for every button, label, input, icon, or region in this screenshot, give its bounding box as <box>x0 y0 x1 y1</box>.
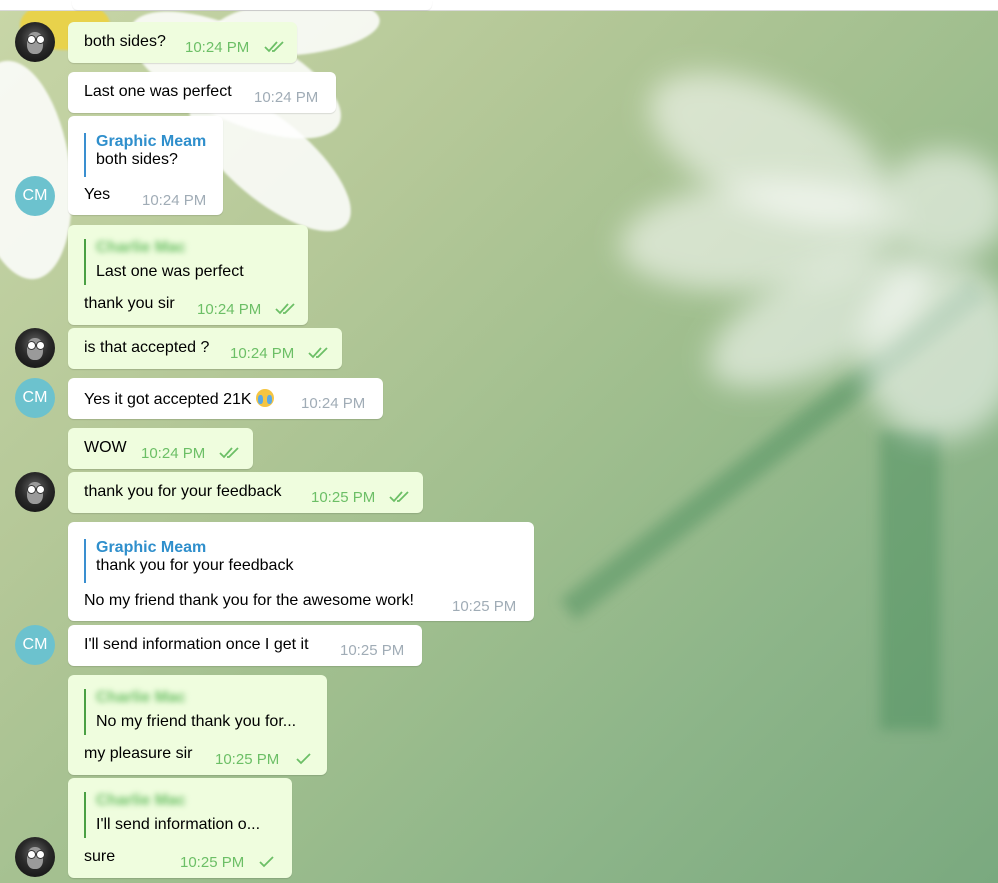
message-text: Yes it got accepted 21K <box>84 389 274 409</box>
message-text: Last one was perfect <box>84 83 232 100</box>
message-bubble-outgoing[interactable]: thank you for your feedback 10:25 PM <box>68 472 423 513</box>
message-time: 10:24 PM <box>141 445 206 462</box>
user-avatar[interactable] <box>15 22 55 62</box>
reply-quote[interactable]: Charlie Mac No my friend thank you for..… <box>84 689 296 735</box>
contact-avatar[interactable]: CM <box>15 378 55 418</box>
message-bubble-incoming[interactable]: Graphic Meam both sides? Yes 10:24 PM <box>68 116 223 215</box>
check-icon <box>296 753 311 765</box>
message-time: 10:25 PM <box>452 598 517 615</box>
reply-author: Charlie Mac <box>96 792 186 809</box>
message-text: No my friend thank you for the awesome w… <box>84 592 414 609</box>
message-time: 10:25 PM <box>215 751 280 768</box>
reply-quote[interactable]: Graphic Meam both sides? <box>84 133 206 177</box>
check-icon <box>259 856 274 868</box>
reply-author: Graphic Meam <box>96 539 207 556</box>
contact-avatar[interactable]: CM <box>15 625 55 665</box>
message-time: 10:25 PM <box>311 489 376 506</box>
message-time: 10:24 PM <box>254 89 319 106</box>
message-bubble-incoming[interactable]: Last one was perfect 10:24 PM <box>68 72 336 113</box>
message-time: 10:25 PM <box>340 642 405 659</box>
reply-text: both sides? <box>96 151 178 168</box>
message-bubble-outgoing[interactable]: WOW 10:24 PM <box>68 428 253 469</box>
reply-text: No my friend thank you for... <box>96 713 297 730</box>
message-bubble-outgoing[interactable]: is that accepted ? 10:24 PM <box>68 328 342 369</box>
message-bubble-incoming[interactable]: Graphic Meam thank you for your feedback… <box>68 522 534 621</box>
message-text: I'll send information once I get it <box>84 636 309 653</box>
user-avatar[interactable] <box>15 328 55 368</box>
crying-face-emoji-icon <box>255 389 274 407</box>
message-bubble-outgoing[interactable]: Charlie Mac I'll send information o... s… <box>68 778 292 878</box>
reply-quote[interactable]: Charlie Mac Last one was perfect <box>84 239 244 285</box>
double-check-icon <box>389 491 409 503</box>
message-bubble-outgoing[interactable]: both sides? 10:24 PM <box>68 22 297 63</box>
top-bar <box>0 0 998 11</box>
user-avatar[interactable] <box>15 837 55 877</box>
reply-author: Charlie Mac <box>96 689 186 706</box>
reply-text: thank you for your feedback <box>96 557 294 574</box>
message-bubble-outgoing[interactable]: Charlie Mac No my friend thank you for..… <box>68 675 327 775</box>
double-check-icon <box>219 447 239 459</box>
message-text: Yes <box>84 186 111 203</box>
reply-text: I'll send information o... <box>96 816 261 833</box>
message-time: 10:24 PM <box>301 395 366 412</box>
contact-avatar[interactable]: CM <box>15 176 55 216</box>
double-check-icon <box>264 41 284 53</box>
message-time: 10:24 PM <box>230 345 295 362</box>
message-text: my pleasure sir <box>84 745 193 762</box>
message-text: sure <box>84 848 116 865</box>
user-avatar[interactable] <box>15 472 55 512</box>
message-text: WOW <box>84 439 127 456</box>
message-time: 10:24 PM <box>185 39 250 56</box>
double-check-icon <box>275 303 295 315</box>
message-time: 10:25 PM <box>180 854 245 871</box>
reply-author: Charlie Mac <box>96 239 186 256</box>
message-time: 10:24 PM <box>197 301 262 318</box>
reply-quote[interactable]: Charlie Mac I'll send information o... <box>84 792 260 838</box>
reply-author: Graphic Meam <box>96 133 207 150</box>
message-bubble-outgoing[interactable]: Charlie Mac Last one was perfect thank y… <box>68 225 308 325</box>
message-text: both sides? <box>84 33 166 50</box>
reply-text: Last one was perfect <box>96 263 244 280</box>
double-check-icon <box>308 347 328 359</box>
message-bubble-incoming[interactable]: I'll send information once I get it 10:2… <box>68 625 422 666</box>
reply-quote[interactable]: Graphic Meam thank you for your feedback <box>84 539 293 583</box>
message-time: 10:24 PM <box>142 192 207 209</box>
message-text: is that accepted ? <box>84 339 210 356</box>
message-text: thank you for your feedback <box>84 483 282 500</box>
message-text: thank you sir <box>84 295 175 312</box>
message-bubble-incoming[interactable]: Yes it got accepted 21K 10:24 PM <box>68 378 383 419</box>
